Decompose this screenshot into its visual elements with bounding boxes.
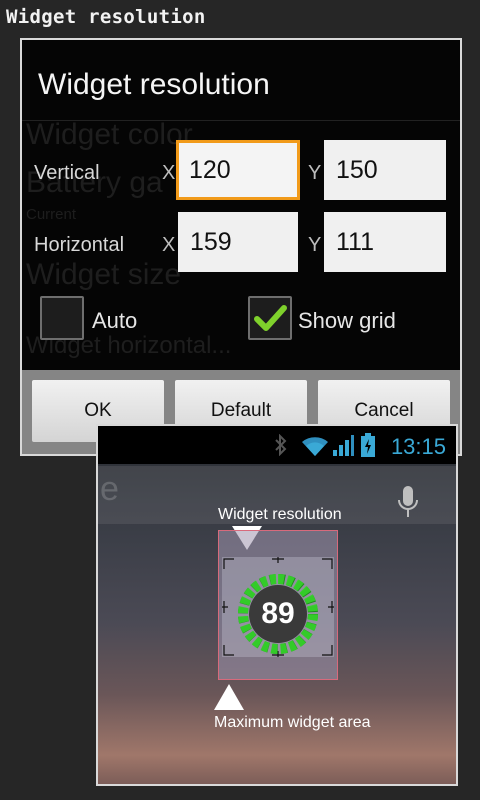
horizontal-label: Horizontal xyxy=(34,234,125,256)
horizontal-x-label: X xyxy=(162,234,176,256)
arrow-up-icon xyxy=(214,684,244,710)
horizontal-x-field[interactable]: 159 xyxy=(178,212,298,272)
ghost-item: Current xyxy=(26,206,77,223)
show-grid-checkbox[interactable] xyxy=(248,296,292,340)
auto-checkbox[interactable] xyxy=(40,296,84,340)
wifi-icon xyxy=(302,437,328,456)
horizontal-y-label: Y xyxy=(308,234,322,256)
widget-resolution-caption: Widget resolution xyxy=(218,506,342,523)
maximum-widget-area-caption: Maximum widget area xyxy=(214,714,371,731)
bluetooth-icon xyxy=(275,434,287,456)
checkmark-icon xyxy=(254,305,287,331)
title-divider xyxy=(22,120,460,121)
battery-icon xyxy=(361,433,375,457)
page-caption: Widget resolution xyxy=(6,6,206,28)
battery-level-value: 89 xyxy=(261,597,295,630)
search-ghost-text: e xyxy=(100,470,119,508)
auto-label: Auto xyxy=(92,308,138,333)
vertical-label: Vertical xyxy=(34,162,100,184)
dialog-screenshot: Widget color Battery ga Current Widget s… xyxy=(20,38,462,456)
ghost-item: Widget size xyxy=(26,258,182,291)
home-screenshot: 13:15 e Widget resolution 89 Maximum wid… xyxy=(96,424,458,786)
vertical-x-label: X xyxy=(162,162,176,184)
mic-icon[interactable] xyxy=(396,484,420,520)
horizontal-y-field[interactable]: 111 xyxy=(324,212,446,272)
status-bar: 13:15 xyxy=(98,426,456,464)
vertical-x-field[interactable]: 120 xyxy=(176,140,300,200)
dialog-title: Widget resolution xyxy=(38,68,270,101)
signal-icon xyxy=(333,435,354,456)
vertical-y-field[interactable]: 150 xyxy=(324,140,446,200)
status-clock: 13:15 xyxy=(390,434,446,459)
ghost-item: Widget color xyxy=(26,118,193,151)
vertical-y-label: Y xyxy=(308,162,322,184)
show-grid-label: Show grid xyxy=(298,308,396,333)
